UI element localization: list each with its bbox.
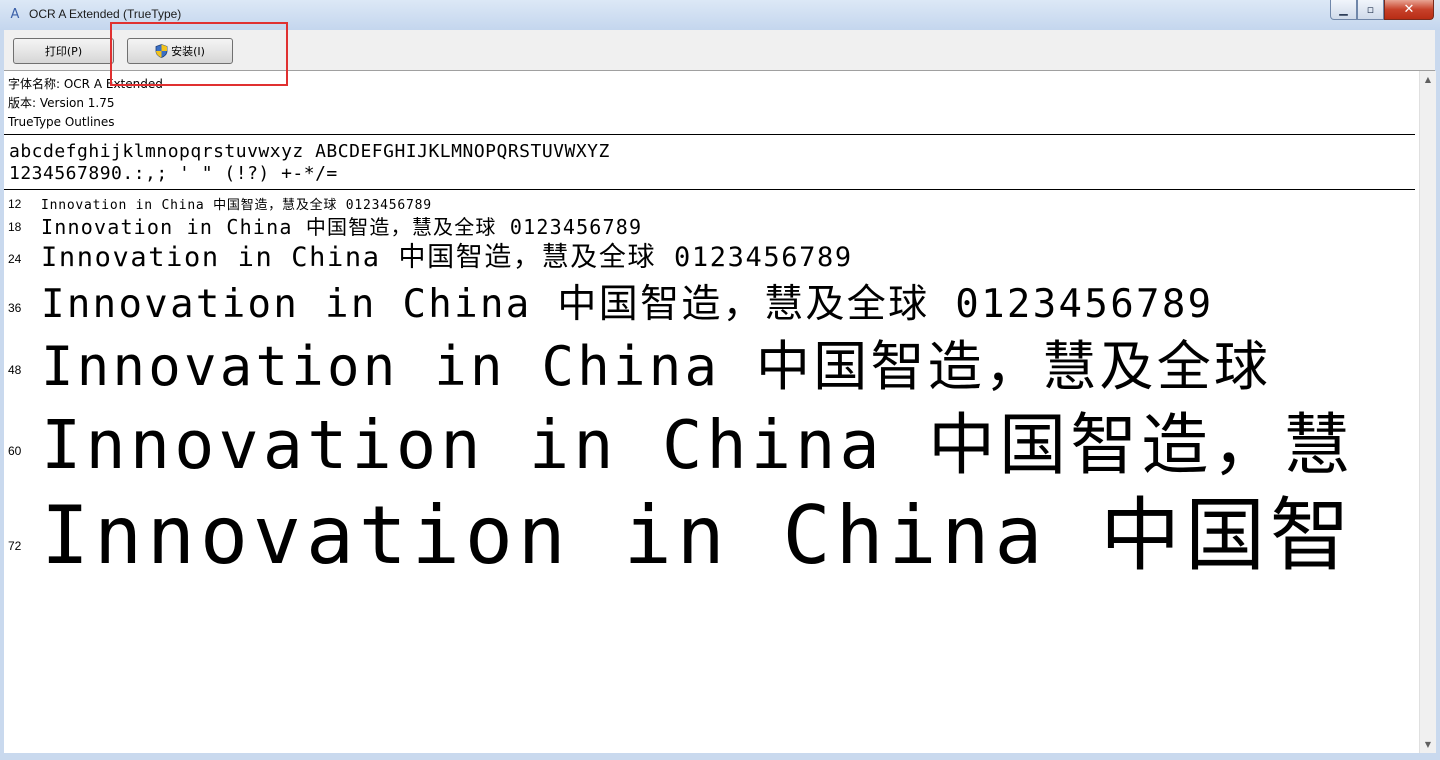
sample-size-label: 12	[8, 197, 22, 211]
window-title: OCR A Extended (TrueType)	[29, 7, 182, 21]
sample-text: Innovation in China 中国智造，慧及全球	[41, 335, 1272, 398]
sample-size-label: 18	[8, 220, 22, 234]
font-version-line: 版本: Version 1.75	[8, 96, 115, 110]
sample-size-label: 60	[8, 444, 22, 458]
scrollbar-track[interactable]	[1421, 89, 1435, 735]
install-button[interactable]: 安装(I)	[127, 38, 233, 64]
sample-text: Innovation in China 中国智造，慧及全球 0123456789	[41, 282, 1214, 327]
scroll-up-button[interactable]: ▲	[1420, 71, 1436, 88]
sample-size-label: 72	[8, 539, 22, 553]
arrow-up-icon: ▲	[1424, 75, 1432, 84]
minimize-button[interactable]: ▁	[1330, 0, 1357, 20]
vertical-scrollbar[interactable]: ▲ ▼	[1419, 71, 1436, 753]
sample-size-label: 24	[8, 252, 22, 266]
close-icon: ✕	[1403, 2, 1415, 17]
sample-text: Innovation in China 中国智造，慧及全球 0123456789	[41, 242, 853, 273]
title-bar[interactable]: A OCR A Extended (TrueType) ▁ ▫ ✕	[0, 0, 1440, 30]
font-viewer-window: A OCR A Extended (TrueType) ▁ ▫ ✕ 打印(P) …	[0, 0, 1440, 760]
font-preview-pane: 字体名称: OCR A Extended 版本: Version 1.75 Tr…	[4, 71, 1419, 753]
sample-size-label: 48	[8, 363, 22, 377]
toolbar: 打印(P) 安装(I)	[4, 30, 1435, 71]
sample-size-label: 36	[8, 301, 22, 315]
arrow-down-icon: ▼	[1424, 740, 1432, 749]
scroll-down-button[interactable]: ▼	[1420, 736, 1436, 753]
font-info: 字体名称: OCR A Extended 版本: Version 1.75 Tr…	[8, 75, 163, 132]
font-type-line: TrueType Outlines	[8, 115, 115, 129]
font-app-icon: A	[10, 7, 20, 22]
maximize-button[interactable]: ▫	[1357, 0, 1384, 20]
font-name-line: 字体名称: OCR A Extended	[8, 77, 163, 91]
close-button[interactable]: ✕	[1384, 0, 1434, 20]
minimize-icon: ▁	[1339, 3, 1348, 16]
charset-letters: abcdefghijklmnopqrstuvwxyz ABCDEFGHIJKLM…	[9, 141, 610, 162]
uac-shield-icon	[155, 44, 168, 58]
divider	[4, 189, 1415, 190]
charset-digits-symbols: 1234567890.:,; ' " (!?) +-*/=	[9, 163, 338, 184]
divider	[4, 134, 1415, 135]
maximize-icon: ▫	[1366, 3, 1375, 16]
install-button-label: 安装(I)	[171, 45, 205, 58]
sample-text: Innovation in China 中国智	[41, 489, 1355, 582]
print-button[interactable]: 打印(P)	[13, 38, 114, 64]
character-set: abcdefghijklmnopqrstuvwxyz ABCDEFGHIJKLM…	[9, 141, 610, 185]
